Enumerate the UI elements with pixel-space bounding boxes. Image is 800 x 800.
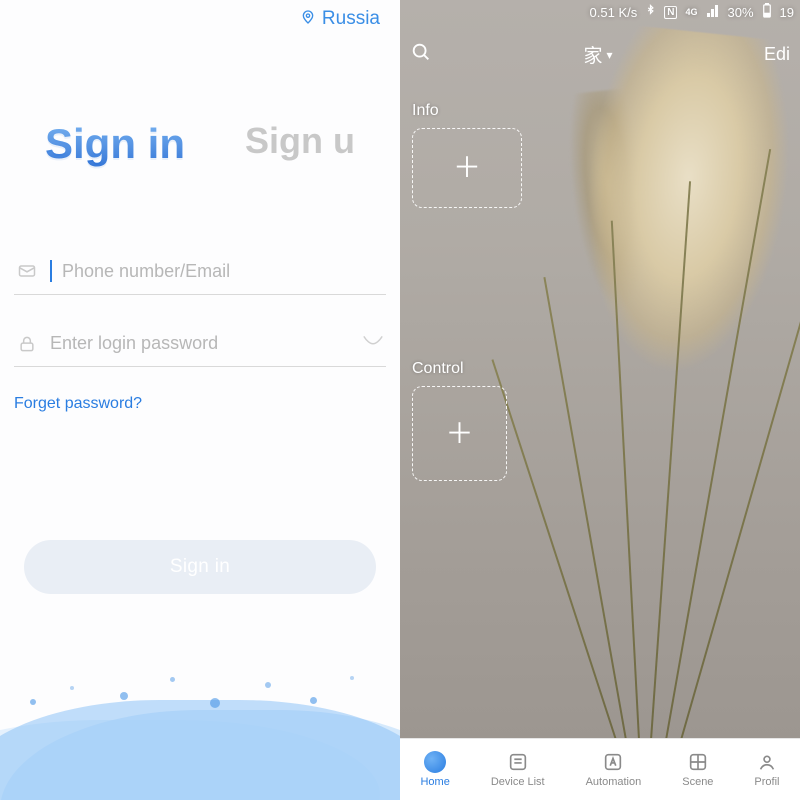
android-status-bar: 0.51 K/s N 4G 30% 19 — [400, 0, 800, 24]
envelope-icon — [16, 261, 38, 281]
forgot-password-link[interactable]: Forget password? — [14, 395, 142, 413]
home-selector[interactable]: 家 ▾ — [583, 41, 612, 68]
region-selector[interactable]: Russia — [300, 8, 380, 30]
section-label-info: Info — [412, 102, 439, 120]
lock-icon — [16, 334, 38, 354]
add-control-card[interactable]: ＋ — [412, 386, 507, 481]
text-cursor — [50, 260, 52, 282]
clock: 19 — [780, 5, 794, 20]
plus-icon: ＋ — [445, 420, 473, 448]
edit-button[interactable]: Edi — [764, 44, 790, 65]
plus-icon: ＋ — [453, 154, 481, 182]
password-input[interactable] — [50, 333, 350, 354]
signin-screen: Russia Sign in Sign u — [0, 0, 400, 800]
visibility-toggle-icon[interactable] — [362, 334, 384, 353]
nfc-icon: N — [664, 6, 677, 19]
location-pin-icon — [300, 9, 316, 30]
password-field[interactable] — [14, 323, 386, 367]
battery-label: 30% — [728, 5, 754, 20]
tab-signup[interactable]: Sign u — [245, 120, 355, 168]
signal-4g-icon: 4G — [685, 7, 697, 17]
bluetooth-icon — [645, 4, 656, 21]
phone-email-input[interactable] — [62, 261, 384, 282]
nav-automation[interactable]: Automation — [586, 751, 642, 788]
tab-signin[interactable]: Sign in — [45, 120, 185, 168]
automation-icon — [602, 751, 624, 773]
section-label-control: Control — [412, 360, 464, 378]
home-icon — [424, 751, 446, 773]
profile-icon — [756, 751, 778, 773]
phone-email-field[interactable] — [14, 250, 386, 295]
signin-button[interactable]: Sign in — [24, 540, 376, 594]
chevron-down-icon: ▾ — [606, 48, 612, 62]
home-name-label: 家 — [583, 41, 602, 68]
scene-icon — [687, 751, 709, 773]
home-screen: 0.51 K/s N 4G 30% 19 家 ▾ Edi — [400, 0, 800, 800]
cell-signal-icon — [706, 5, 720, 20]
region-label: Russia — [322, 8, 380, 30]
nav-device-list[interactable]: Device List — [491, 751, 545, 788]
nav-profile[interactable]: Profil — [754, 751, 779, 788]
network-speed: 0.51 K/s — [590, 5, 638, 20]
nav-home[interactable]: Home — [420, 751, 449, 788]
search-icon[interactable] — [410, 41, 432, 68]
decorative-waves — [0, 670, 400, 800]
nav-scene[interactable]: Scene — [682, 751, 713, 788]
add-info-card[interactable]: ＋ — [412, 128, 522, 208]
device-list-icon — [507, 751, 529, 773]
bottom-nav: Home Device List Automation Scene — [400, 738, 800, 800]
battery-icon — [762, 3, 772, 21]
